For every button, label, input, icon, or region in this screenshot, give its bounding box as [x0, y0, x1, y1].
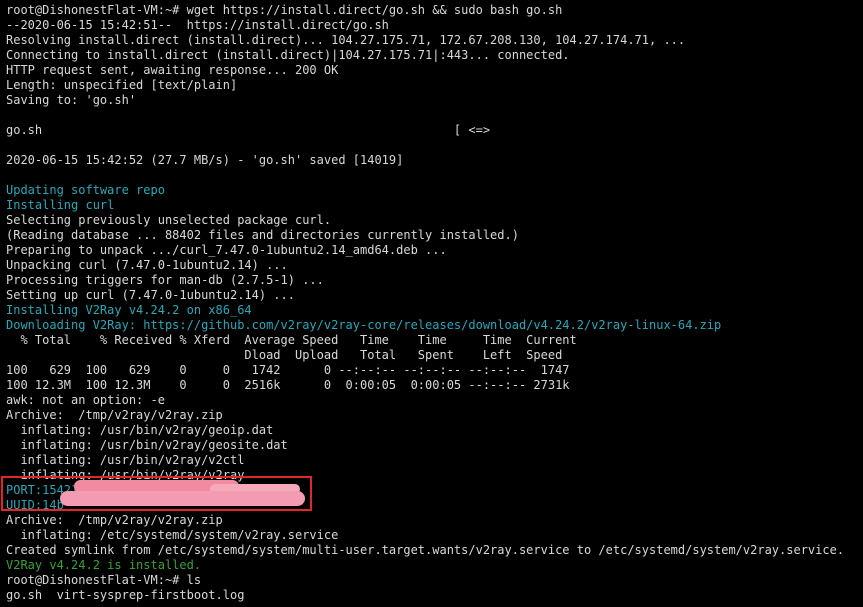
terminal-line: go.sh virt-sysprep-firstboot.log: [6, 588, 245, 602]
port-uuid-highlight-box: [1, 476, 312, 511]
terminal-line: Connecting to install.direct (install.di…: [6, 48, 570, 62]
terminal-line: inflating: /usr/bin/v2ray/v2ctl: [6, 453, 245, 467]
terminal-line: (Reading database ... 88402 files and di…: [6, 228, 519, 242]
terminal-line: inflating: /usr/bin/v2ray/geosite.dat: [6, 438, 288, 452]
terminal-line: Dload Upload Total Spent Left Speed: [6, 348, 563, 362]
terminal-line: inflating: /etc/systemd/system/v2ray.ser…: [6, 528, 339, 542]
terminal-line: awk: not an option: -e: [6, 393, 165, 407]
terminal-line: 100 12.3M 100 12.3M 0 0 2516k 0 0:00:05 …: [6, 378, 570, 392]
terminal-line: root@DishonestFlat-VM:~# wget https://in…: [6, 3, 563, 17]
terminal-line: go.sh [ <=>: [6, 123, 491, 137]
terminal-line: Archive: /tmp/v2ray/v2ray.zip: [6, 513, 223, 527]
terminal-line: Selecting previously unselected package …: [6, 213, 332, 227]
terminal-line: 2020-06-15 15:42:52 (27.7 MB/s) - 'go.sh…: [6, 153, 404, 167]
terminal-line: Installing V2Ray v4.24.2 on x86_64: [6, 303, 252, 317]
terminal-line: Setting up curl (7.47.0-1ubuntu2.14) ...: [6, 288, 295, 302]
terminal-line: Resolving install.direct (install.direct…: [6, 33, 686, 47]
terminal-line: Processing triggers for man-db (2.7.5-1)…: [6, 273, 324, 287]
terminal-line: Preparing to unpack .../curl_7.47.0-1ubu…: [6, 243, 447, 257]
terminal-line: HTTP request sent, awaiting response... …: [6, 63, 339, 77]
terminal-line: Saving to: 'go.sh': [6, 93, 137, 107]
terminal-line: Unpacking curl (7.47.0-1ubuntu2.14) ...: [6, 258, 288, 272]
terminal-line: Archive: /tmp/v2ray/v2ray.zip: [6, 408, 223, 422]
terminal-line: inflating: /usr/bin/v2ray/geoip.dat: [6, 423, 274, 437]
terminal-line: 100 629 100 629 0 0 1742 0 --:--:-- --:-…: [6, 363, 570, 377]
terminal-line: Length: unspecified [text/plain]: [6, 78, 238, 92]
terminal-line: Created symlink from /etc/systemd/system…: [6, 543, 845, 557]
terminal-line: Installing curl: [6, 198, 115, 212]
terminal-line: V2Ray v4.24.2 is installed.: [6, 558, 202, 572]
terminal-line: % Total % Received % Xferd Average Speed…: [6, 333, 577, 347]
terminal-line: Updating software repo: [6, 183, 165, 197]
terminal-line: --2020-06-15 15:42:51-- https://install.…: [6, 18, 389, 32]
terminal-window[interactable]: root@DishonestFlat-VM:~# wget https://in…: [0, 0, 863, 607]
terminal-line: root@DishonestFlat-VM:~# ls: [6, 573, 202, 587]
terminal-line: Downloading V2Ray: https://github.com/v2…: [6, 318, 722, 332]
